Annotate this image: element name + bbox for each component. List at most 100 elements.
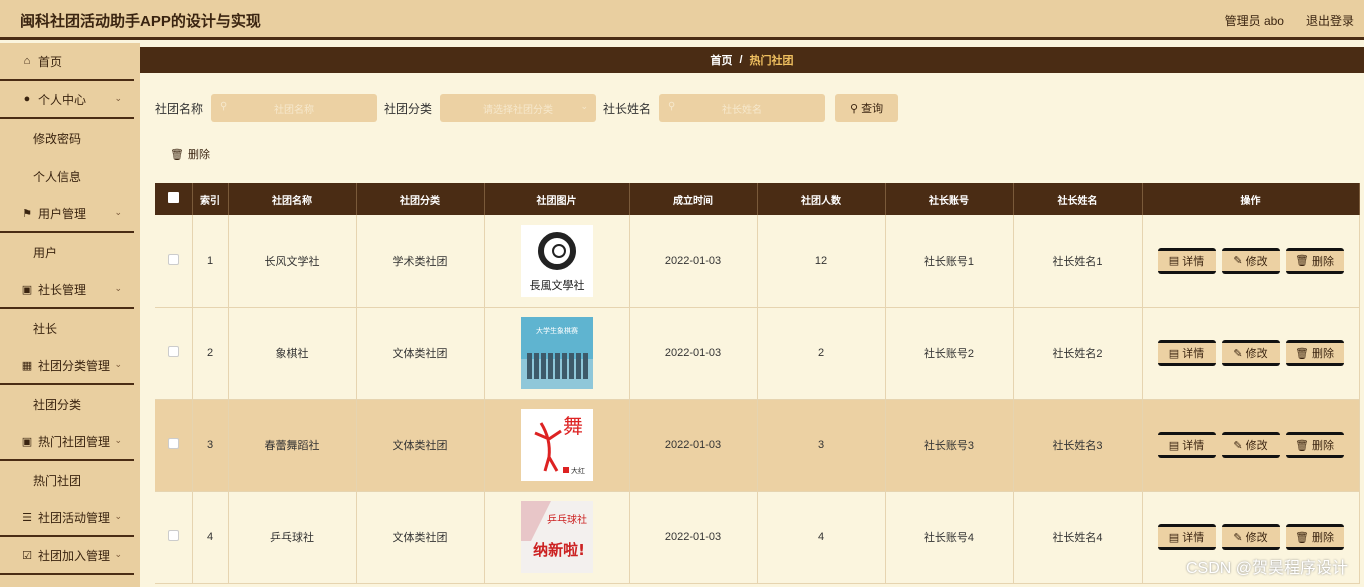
column-header: 社团分类 [356,183,485,215]
club-category-select[interactable]: 请选择社团分类 ⌄ [440,94,597,122]
sidebar-menu-item[interactable]: ▣ 社长管理 ⌄ [0,271,134,309]
edit-button[interactable]: ✎ 修改 [1221,432,1280,458]
image-cell: 大学生象棋赛 [484,307,630,400]
pencil-icon: ✎ [1233,439,1243,452]
edit-button-label: 修改 [1245,348,1268,360]
user-icon: ● [23,93,31,105]
trash-icon: 🗑 [1295,347,1309,360]
sidebar-sub-item[interactable]: 热门社团 [0,461,140,499]
row-checkbox[interactable] [167,346,179,357]
detail-button-label: 详情 [1182,348,1205,360]
members-cell: 12 [757,215,886,308]
app-title: 闽科社团活动助手APP的设计与实现 [20,13,261,30]
table-row: 2 象棋社 文体类社团 大学生象棋赛 2022-01-03 2 社长账号2 社长姓名2 ▤ 详情 ✎… [155,307,1360,400]
detail-button[interactable]: ▤ 详情 [1157,432,1216,458]
user-label: 管理员 abo [1224,14,1284,28]
row-checkbox[interactable] [167,438,179,449]
svg-text:舞: 舞 [563,414,583,438]
club-image: 長風文學社 [520,224,593,297]
delete-button[interactable]: 🗑 删除 [1285,340,1344,366]
flag-icon: ⚑ [22,207,32,220]
sidebar-menu-item[interactable]: ☰ 社团活动管理 ⌄ [0,499,134,537]
sidebar-sub-item[interactable]: 社长 [0,309,140,347]
account-cell: 社长账号4 [885,491,1014,584]
sidebar-menu-item[interactable]: ☑ 社团加入管理 ⌄ [0,537,134,575]
sidebar-menu-item[interactable]: ▣ 热门社团管理 ⌄ [0,423,134,461]
detail-button[interactable]: ▤ 详情 [1157,340,1216,366]
delete-button-label: 删除 [1311,255,1334,268]
sidebar-item-label: 首页 [38,54,63,69]
delete-button[interactable]: 🗑 删除 [1285,432,1344,458]
svg-text:乒乓球社: 乒乓球社 [547,513,587,526]
club-name-cell: 象棋社 [228,307,357,400]
sidebar-sub-item[interactable]: 用户 [0,233,140,271]
grid-icon: ▦ [21,359,33,372]
chevron-down-icon: ⌄ [114,549,122,559]
delete-button[interactable]: 🗑 删除 [1285,247,1344,274]
row-actions: ▤ 详情 ✎ 修改 🗑 删除 [1143,432,1359,458]
sidebar-sub-item[interactable]: 个人信息 [0,157,140,195]
club-category-placeholder: 请选择社团分类 [483,104,554,116]
doc-icon: ▤ [1168,255,1180,268]
sidebar-menu-item[interactable]: ⚑ 用户管理 ⌄ [0,195,134,233]
trash-icon: 🗑 [170,148,184,161]
column-header: 社长账号 [885,183,1014,215]
select-all-checkbox[interactable] [155,183,193,215]
detail-button[interactable]: ▤ 详情 [1157,524,1216,550]
breadcrumb-current: 热门社团 [749,55,794,67]
club-name-cell: 春蕾舞蹈社 [228,399,357,492]
actions-cell: ▤ 详情 ✎ 修改 🗑 删除 [1142,215,1360,308]
leader-cell: 社长姓名1 [1013,215,1143,308]
chevron-down-icon: ⌄ [114,283,122,293]
trash-icon: 🗑 [1295,531,1309,544]
column-header: 社长姓名 [1013,183,1143,215]
column-header: 操作 [1142,183,1360,215]
club-name-input[interactable]: ⚲ 社团名称 [211,94,378,122]
delete-button-label: 删除 [1311,532,1334,544]
query-button[interactable]: ⚲ 查询 [835,94,899,122]
chevron-down-icon: ⌄ [114,511,122,521]
sidebar-item-label: 社团加入管理 [38,548,111,563]
sidebar-sub-item[interactable]: 社团分类 [0,385,140,423]
top-header: 闽科社团活动助手APP的设计与实现 管理员 abo 退出登录 [0,0,1364,40]
detail-button[interactable]: ▤ 详情 [1157,247,1216,274]
batch-delete-button[interactable]: 🗑 删除 [170,146,210,162]
checkbox-cell [155,215,193,308]
club-table: 索引 社团名称 社团分类 社团图片 成立时间 社团人数 社长账号 社长姓名 操作 1 长风文学社学… [155,183,1360,584]
edit-button[interactable]: ✎ 修改 [1221,247,1280,274]
sidebar-item-label: 社团分类管理 [38,358,111,373]
sidebar-menu-item[interactable]: ● 个人中心 ⌄ [0,81,134,119]
image-cell: 舞大红 [484,399,630,492]
row-actions: ▤ 详情 ✎ 修改 🗑 删除 [1143,247,1359,274]
chevron-down-icon: ⌄ [114,207,122,217]
svg-text:大红: 大红 [571,466,585,475]
row-checkbox[interactable] [167,253,179,265]
checkbox-cell [155,491,193,584]
edit-button[interactable]: ✎ 修改 [1221,340,1280,366]
category-cell: 学术类社团 [356,215,485,308]
leader-name-input[interactable]: ⚲ 社长姓名 [659,94,826,122]
index-cell: 3 [192,399,229,492]
clipboard-icon: ▣ [21,435,33,448]
delete-button[interactable]: 🗑 删除 [1285,524,1344,550]
list-icon: ☰ [22,511,32,524]
account-cell: 社长账号1 [885,215,1014,308]
logout-button[interactable]: 退出登录 [1306,12,1354,29]
sidebar-item-label: 社团活动管理 [38,510,111,525]
chevron-down-icon: ⌄ [114,359,122,369]
breadcrumb-home[interactable]: 首页 [710,52,732,68]
sidebar-menu-item[interactable]: ▦ 社团分类管理 ⌄ [0,347,134,385]
svg-text:纳新啦!: 纳新啦! [533,541,585,559]
club-image: 舞大红 [520,409,593,481]
index-cell: 4 [192,491,229,584]
row-checkbox[interactable] [167,530,179,541]
sidebar-menu-item[interactable]: ⌂ 首页 [0,43,134,81]
actions-cell: ▤ 详情 ✎ 修改 🗑 删除 [1142,399,1360,492]
leader-cell: 社长姓名2 [1013,307,1143,400]
actions-cell: ▤ 详情 ✎ 修改 🗑 删除 [1142,307,1360,400]
breadcrumb-separator: / [739,54,743,66]
delete-button-label: 删除 [1311,440,1334,452]
doc-icon: ▤ [1168,347,1180,360]
sidebar-sub-item[interactable]: 修改密码 [0,119,140,157]
edit-button[interactable]: ✎ 修改 [1221,524,1280,550]
